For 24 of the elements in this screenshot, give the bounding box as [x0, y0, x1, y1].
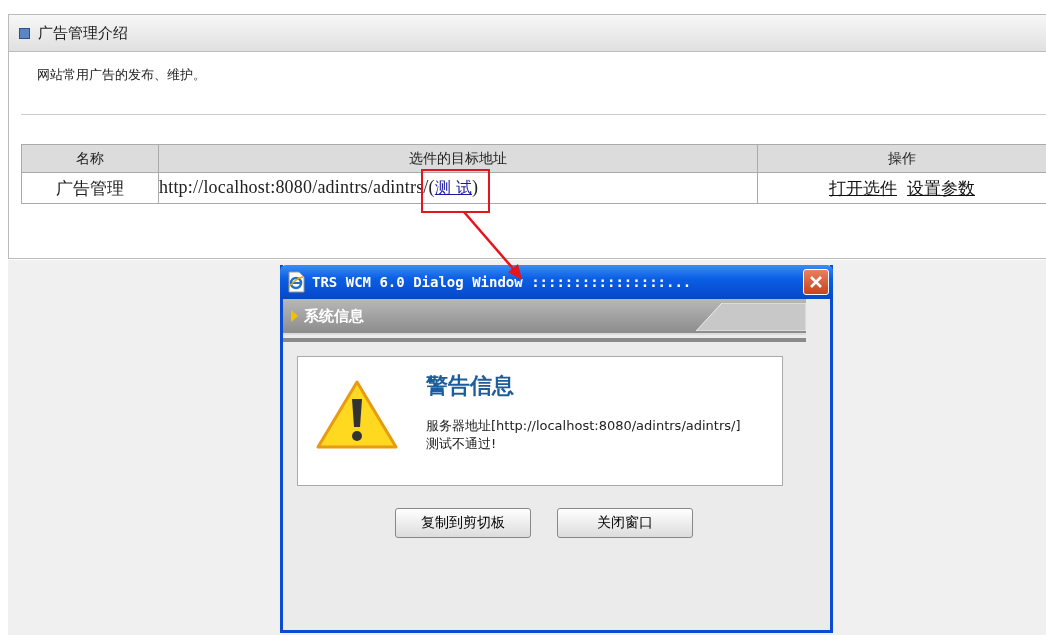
alert-message: 服务器地址[http://localhost:8080/adintrs/adintrs/] [426, 417, 741, 435]
square-icon [19, 27, 30, 39]
window-title: TRS WCM 6.0 Dialog Window ::::::::::::::::... [312, 274, 693, 290]
column-header: 选件的目标地址 [158, 144, 758, 173]
description: 网站常用广告的发布、维护。 [37, 66, 206, 84]
action-link[interactable]: 设置参数 [907, 176, 975, 200]
paren-text: ) [471, 177, 479, 197]
close-button[interactable] [803, 269, 829, 295]
warning-icon [316, 379, 398, 451]
dialog-button[interactable]: 复制到剪切板 [395, 508, 531, 538]
triangle-icon [291, 310, 298, 322]
panel-title: 广告管理介绍 [38, 23, 128, 43]
close-icon [808, 274, 824, 290]
paren-text: ( [428, 177, 435, 197]
action-link[interactable]: 打开选件 [829, 176, 897, 200]
table-cell-text: 广告管理 [55, 176, 125, 200]
column-header: 名称 [21, 144, 159, 173]
alert-message: 测试不通过! [426, 435, 498, 453]
dialog-button[interactable]: 关闭窗口 [557, 508, 693, 538]
alert-heading: 警告信息 [426, 372, 515, 400]
browser-icon [286, 271, 306, 293]
column-header: 操作 [757, 144, 1046, 173]
section-title: 系统信息 [304, 306, 364, 326]
test-link[interactable]: 测 试 [434, 178, 472, 197]
